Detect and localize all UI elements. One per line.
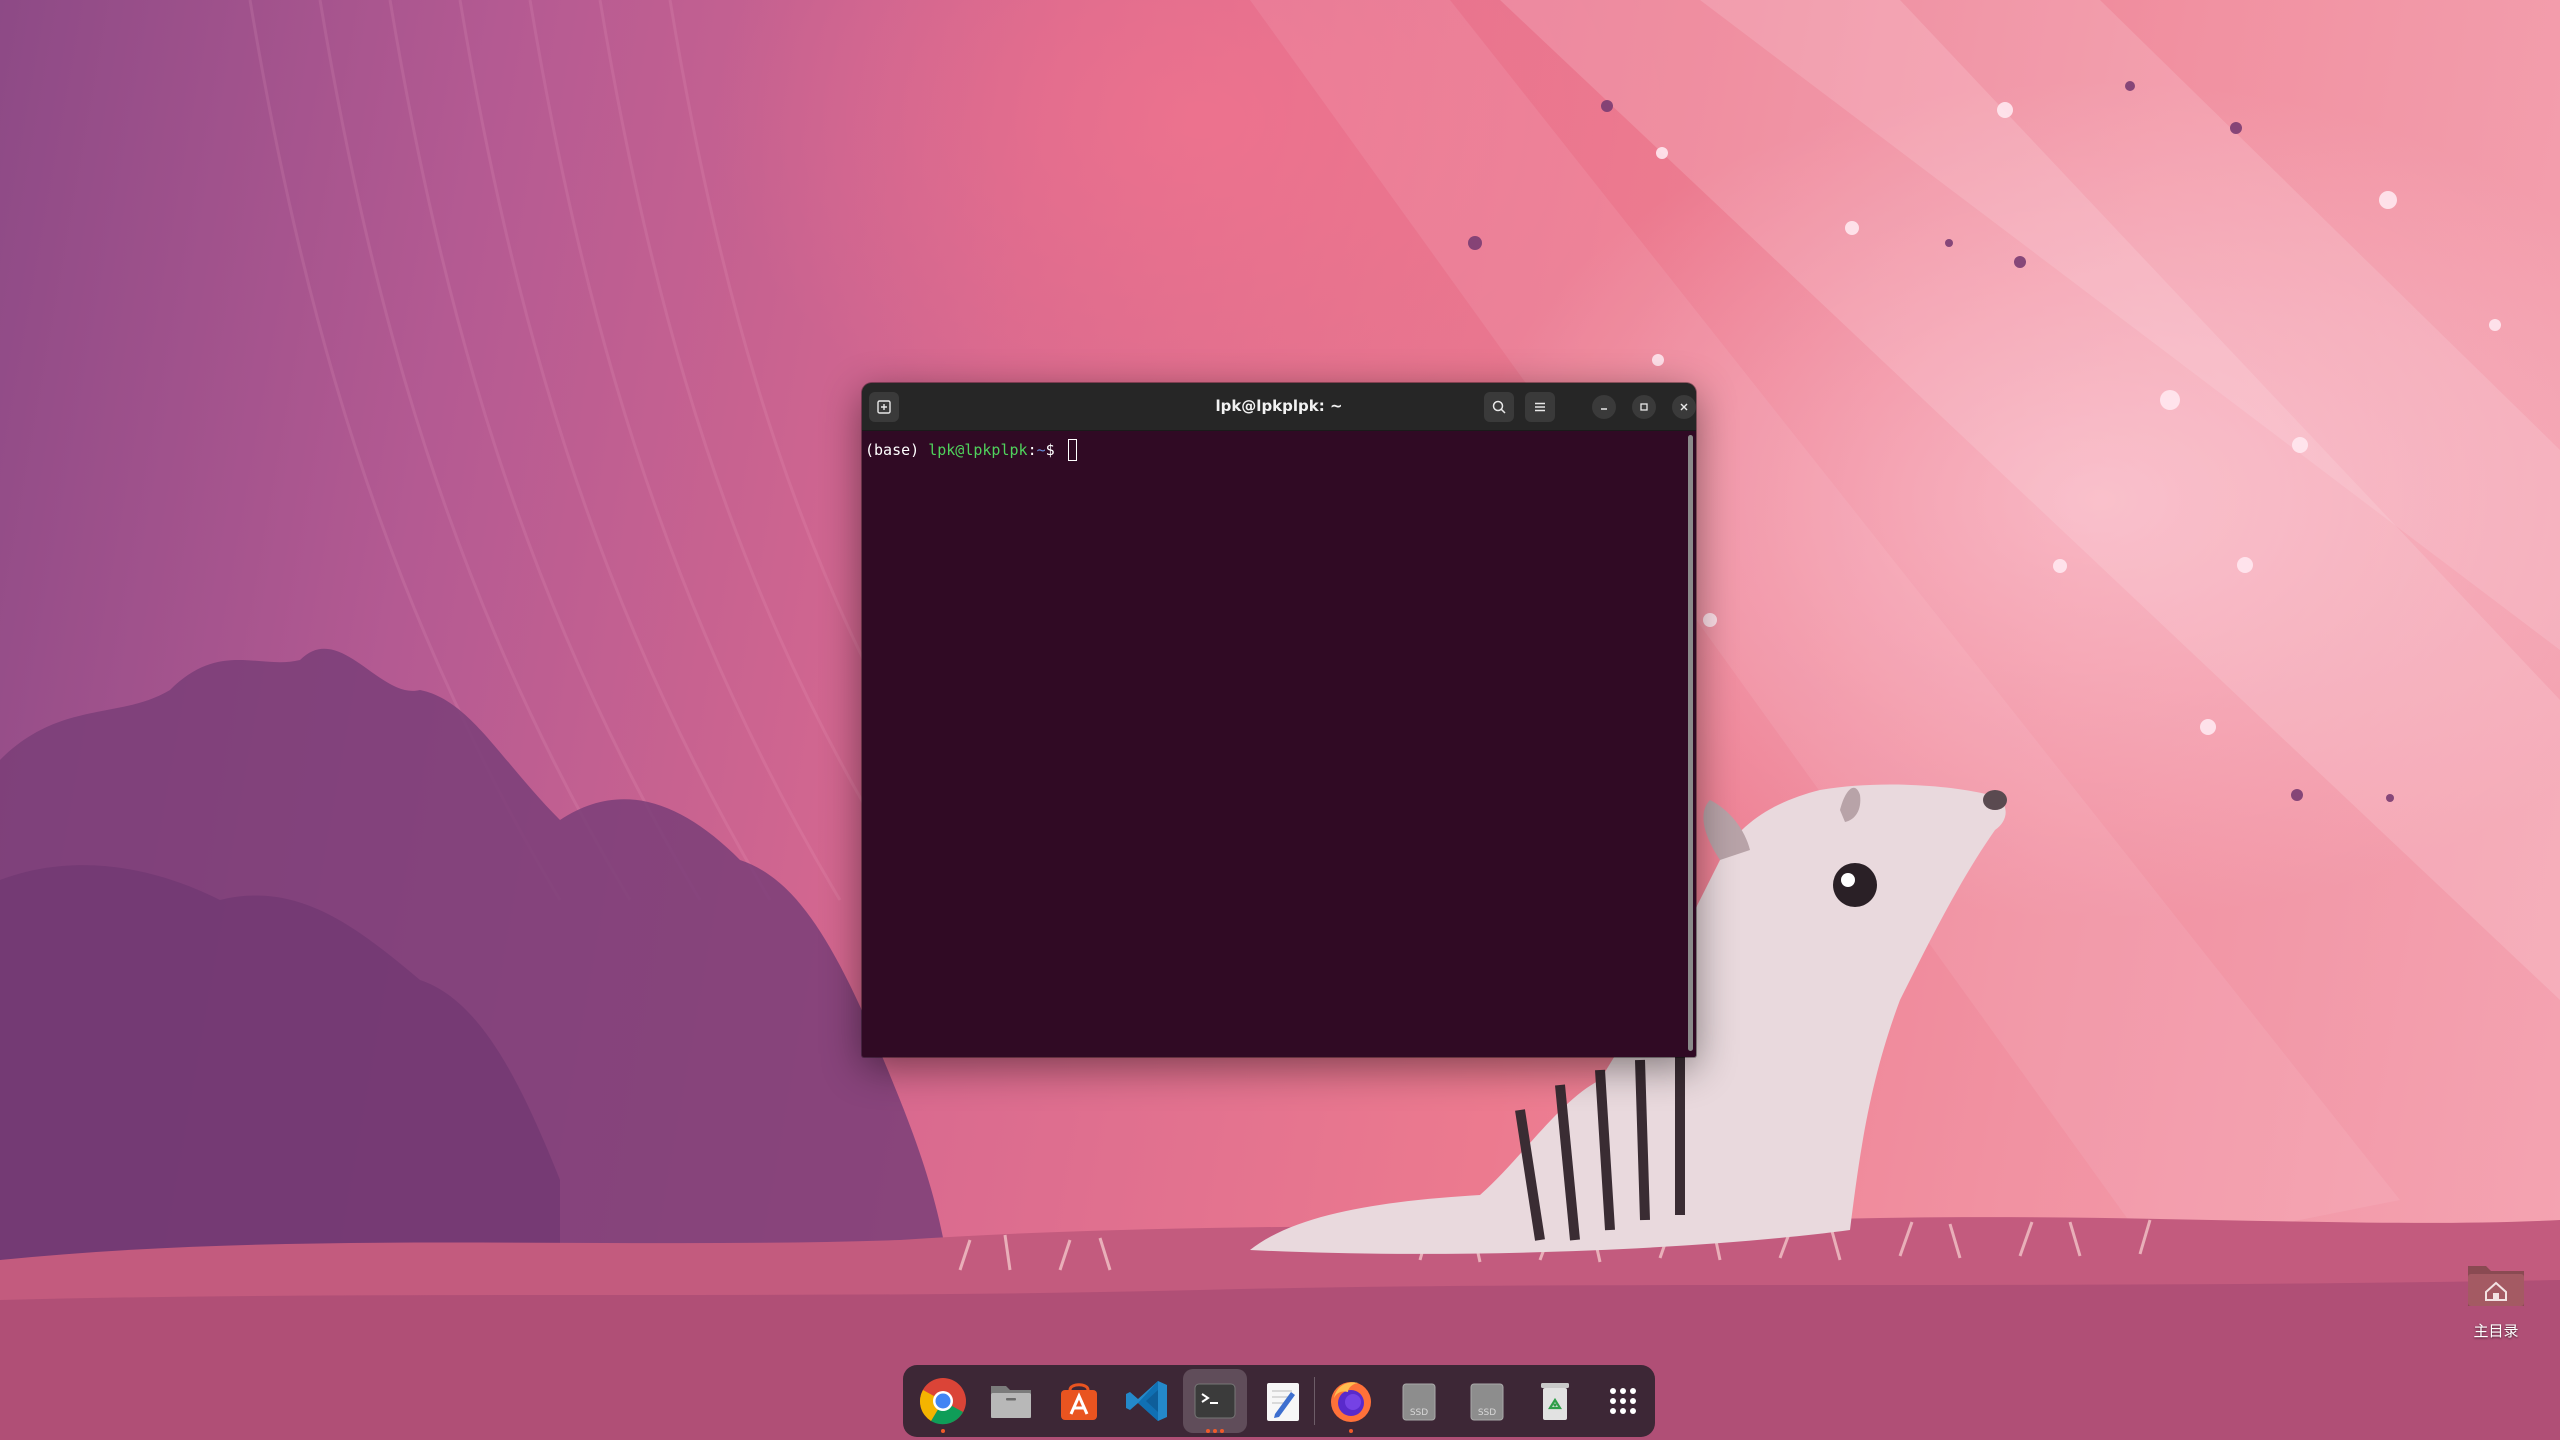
dock-separator: [1314, 1377, 1315, 1425]
dock-item-files[interactable]: [979, 1369, 1043, 1433]
home-folder-label: 主目录: [2473, 1322, 2519, 1340]
home-folder-desktop-icon[interactable]: 主目录: [2456, 1252, 2536, 1342]
scrollbar[interactable]: [1688, 435, 1693, 1051]
dock-item-ssd-2[interactable]: SSD: [1455, 1369, 1519, 1433]
dock-item-terminal[interactable]: [1183, 1369, 1247, 1433]
maximize-button[interactable]: [1632, 395, 1656, 419]
dock-item-chrome[interactable]: [911, 1369, 975, 1433]
running-indicator: [1213, 1429, 1217, 1433]
dock: SSD SSD: [903, 1365, 1655, 1437]
prompt-dollar: $: [1045, 441, 1064, 459]
dock-item-text-editor[interactable]: [1251, 1369, 1315, 1433]
drive-label: SSD: [1410, 1408, 1428, 1418]
trash-icon: [1541, 1383, 1569, 1420]
conda-env-label: (base): [865, 441, 929, 459]
dock-item-ssd-1[interactable]: SSD: [1387, 1369, 1451, 1433]
close-icon: [1680, 403, 1688, 411]
home-folder-icon: [2468, 1266, 2524, 1306]
terminal-icon: [1194, 1383, 1236, 1419]
terminal-output[interactable]: (base) lpk@lpkplpk:~$: [862, 431, 1684, 1057]
app-grid-icon: [1610, 1388, 1636, 1414]
hamburger-menu-icon: [1535, 402, 1545, 412]
vscode-icon: [1126, 1381, 1167, 1421]
running-indicator: [941, 1429, 945, 1433]
drive-icon: SSD: [1470, 1383, 1504, 1421]
dock-item-trash[interactable]: [1523, 1369, 1587, 1433]
search-icon: [1492, 400, 1506, 414]
search-button[interactable]: [1484, 392, 1514, 422]
dock-item-app-center[interactable]: [1047, 1369, 1111, 1433]
prompt-user-host: lpk@lpkplpk: [928, 441, 1028, 459]
firefox-icon: [1331, 1382, 1371, 1422]
close-button[interactable]: [1672, 395, 1696, 419]
text-editor-icon: [1267, 1383, 1299, 1421]
app-store-icon: [1061, 1383, 1097, 1420]
running-indicator: [1206, 1429, 1210, 1433]
drive-label: SSD: [1478, 1408, 1496, 1418]
prompt-separator: :: [1027, 441, 1037, 459]
window-title: lpk@lpkplpk: ~: [1215, 397, 1343, 415]
drive-icon: SSD: [1402, 1383, 1436, 1421]
new-tab-button[interactable]: [869, 392, 899, 422]
chrome-icon: [919, 1378, 966, 1425]
prompt-line: (base) lpk@lpkplpk:~$: [865, 439, 1077, 461]
maximize-icon: [1640, 403, 1648, 411]
running-indicator: [1349, 1429, 1353, 1433]
prompt-path: ~: [1036, 441, 1046, 459]
text-cursor: [1067, 439, 1077, 461]
desktop[interactable]: lpk@lpkplpk: ~ (base) lpk@lpkplpk:~$ 主目录…: [0, 0, 2560, 1440]
minimize-icon: [1601, 408, 1607, 410]
dock-item-vscode[interactable]: [1115, 1369, 1179, 1433]
folder-icon: [991, 1386, 1031, 1418]
new-tab-icon: [877, 400, 891, 414]
menu-button[interactable]: [1525, 392, 1555, 422]
window-titlebar[interactable]: lpk@lpkplpk: ~: [862, 383, 1696, 431]
dock-item-show-apps[interactable]: [1591, 1369, 1655, 1433]
minimize-button[interactable]: [1592, 395, 1616, 419]
running-indicator: [1220, 1429, 1224, 1433]
terminal-window[interactable]: lpk@lpkplpk: ~ (base) lpk@lpkplpk:~$: [862, 383, 1696, 1057]
dock-item-firefox[interactable]: [1319, 1369, 1383, 1433]
